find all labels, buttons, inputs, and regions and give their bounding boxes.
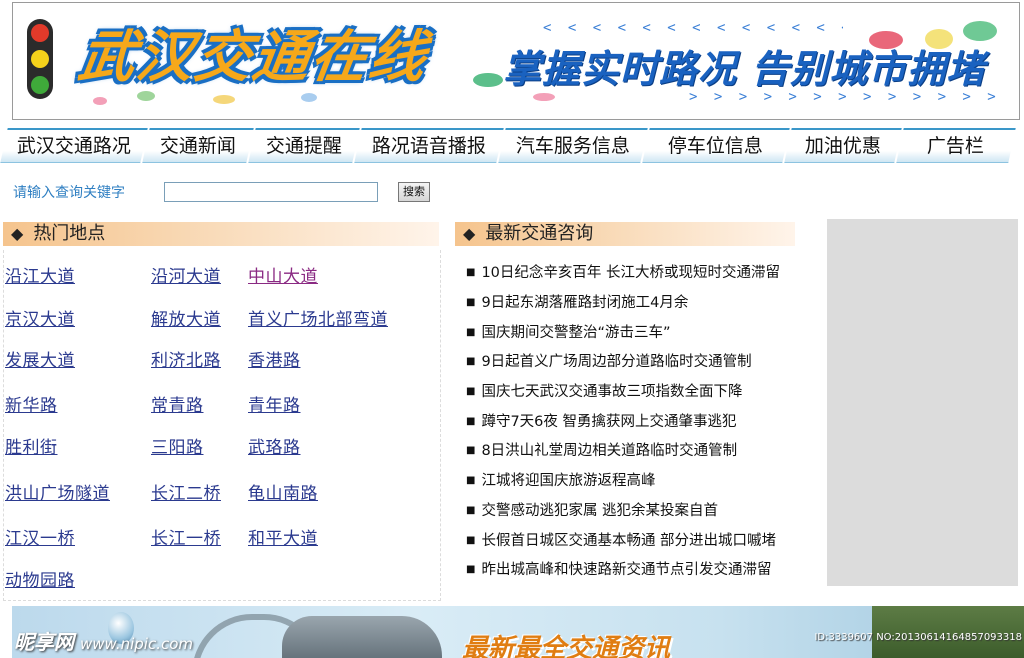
news-item[interactable]: ■ 10日纪念辛亥百年 长江大桥或现短时交通滞留 [466,262,806,284]
bullet-icon: ■ [466,416,476,427]
header-banner: < < < < < < < < < < < < < < < < < < < < … [12,2,1020,120]
bullet-icon: ■ [466,267,476,278]
news-header: ◆ 最新交通咨询 [455,222,795,246]
decor-bubble-icon [473,73,503,87]
news-item[interactable]: ■ 9日起首义广场周边部分道路临时交通管制 [466,351,806,373]
hot-link[interactable]: 沿江大道 [5,262,75,287]
hot-link[interactable]: 龟山南路 [248,479,318,504]
yellow-light-icon [31,50,49,68]
hot-link[interactable]: 青年路 [248,391,301,416]
bullet-icon: ■ [466,356,476,367]
car-icon [282,616,442,658]
decor-arrows-left: < < < < < < < < < < < < < < < < < < < < … [543,20,843,36]
decor-arrows-right: > > > > > > > > > > > > > > > > > > > > … [689,89,1009,105]
search-button[interactable]: 搜索 [398,182,430,202]
news-item[interactable]: ■ 蹲守7天6夜 智勇擒获网上交通肇事逃犯 [466,411,806,433]
bullet-icon: ■ [466,445,476,456]
hot-link[interactable]: 发展大道 [5,346,75,371]
watermark-site: 昵享网 www.nipic.com [14,630,194,654]
news-item[interactable]: ■ 国庆期间交警整治“游击三车” [466,322,806,344]
nav-item-parking[interactable]: 停车位信息 [642,128,790,163]
news-title: 最新交通咨询 [485,223,594,244]
green-light-icon [31,76,49,94]
traffic-light-icon [27,19,53,99]
hot-link[interactable]: 和平大道 [248,524,318,549]
hot-link[interactable]: 解放大道 [151,305,221,330]
hot-link[interactable]: 首义广场北部弯道 [248,305,388,330]
hot-link[interactable]: 香港路 [248,346,301,371]
search-input[interactable] [164,182,378,202]
news-item[interactable]: ■ 9日起东湖落雁路封闭施工4月余 [466,292,806,314]
bullet-icon: ■ [466,564,476,575]
nav-item-car-service[interactable]: 汽车服务信息 [498,128,648,163]
hot-link[interactable]: 武珞路 [248,433,301,458]
search-label: 请输入查询关键字 [13,185,125,201]
hot-link[interactable]: 长江二桥 [151,479,221,504]
diamond-icon: ◆ [11,224,24,243]
hot-link[interactable]: 三阳路 [151,433,204,458]
news-item[interactable]: ■ 江城将迎国庆旅游返程高峰 [466,470,806,492]
bullet-icon: ■ [466,535,476,546]
hot-link[interactable]: 动物园路 [5,566,75,591]
hot-link[interactable]: 利济北路 [151,346,221,371]
main-nav: 武汉交通路况 交通新闻 交通提醒 路况语音播报 汽车服务信息 停车位信息 加油优… [0,128,1024,163]
nav-item-traffic-conditions[interactable]: 武汉交通路况 [0,128,148,163]
bullet-icon: ■ [466,475,476,486]
site-logo[interactable]: 武汉交通在线 [74,21,474,95]
decor-bubble-icon [213,95,235,104]
hot-link[interactable]: 江汉一桥 [5,524,75,549]
hot-places-title: 热门地点 [33,223,106,244]
nav-item-ads[interactable]: 广告栏 [896,128,1016,163]
hot-places-header: ◆ 热门地点 [3,222,439,246]
bullet-icon: ■ [466,327,476,338]
hot-link[interactable]: 京汉大道 [5,305,75,330]
bullet-icon: ■ [466,386,476,397]
news-item[interactable]: ■ 8日洪山礼堂周边相关道路临时交通管制 [466,440,806,462]
hot-link[interactable]: 常青路 [151,391,204,416]
bullet-icon: ■ [466,297,476,308]
nav-item-traffic-alerts[interactable]: 交通提醒 [248,128,360,163]
nav-item-traffic-news[interactable]: 交通新闻 [142,128,254,163]
news-item[interactable]: ■ 国庆七天武汉交通事故三项指数全面下降 [466,381,806,403]
hot-link[interactable]: 洪山广场隧道 [5,479,110,504]
decor-bubble-icon [93,97,107,105]
hot-link[interactable]: 沿河大道 [151,262,221,287]
diamond-icon: ◆ [463,224,476,243]
hot-link[interactable]: 胜利街 [5,433,58,458]
ad-placeholder[interactable] [827,219,1018,586]
news-item[interactable]: ■ 长假首日城区交通基本畅通 部分进出城口嘁堵 [466,530,806,552]
news-item[interactable]: ■ 昨出城高峰和快速路新交通节点引发交通滞留 [466,559,806,581]
hot-link[interactable]: 长江一桥 [151,524,221,549]
watermark-id: ID:3339607 NO:20130614164857093318 [814,632,1022,643]
red-light-icon [31,24,49,42]
hot-link[interactable]: 新华路 [5,391,58,416]
decor-bubble-icon [963,21,997,41]
bullet-icon: ■ [466,505,476,516]
hot-link[interactable]: 中山大道 [248,262,318,287]
bottom-banner-title: 最新最全交通资讯 [462,634,671,658]
nav-item-voice-broadcast[interactable]: 路况语音播报 [354,128,504,163]
nav-item-fuel-discount[interactable]: 加油优惠 [784,128,902,163]
news-item[interactable]: ■ 交警感动逃犯家属 逃犯余某投案自首 [466,500,806,522]
